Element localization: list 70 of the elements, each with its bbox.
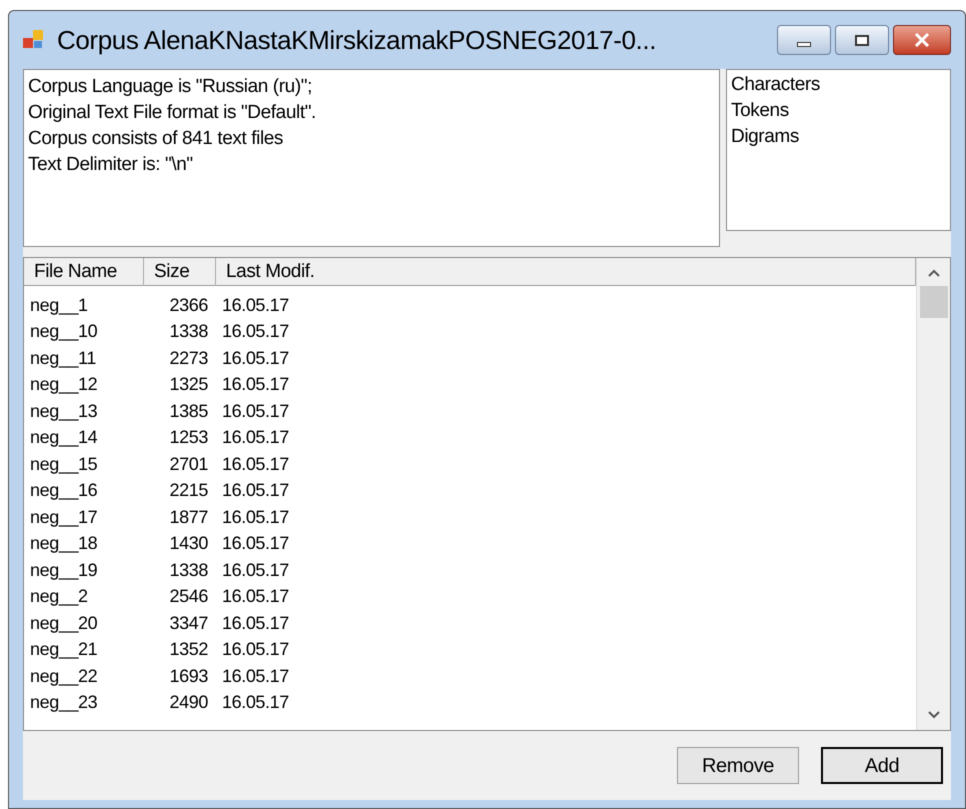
restore-icon — [855, 34, 869, 46]
table-cell: neg__2 — [30, 586, 88, 606]
table-cell: 16.05.17 — [222, 692, 289, 712]
scroll-thumb[interactable] — [920, 286, 948, 318]
table-cell: 16.05.17 — [222, 586, 289, 606]
table-cell: neg__11 — [30, 348, 96, 368]
table-cell: 16.05.17 — [222, 374, 289, 394]
table-cell: 16.05.17 — [222, 400, 289, 421]
info-line: Corpus consists of 841 text files — [28, 127, 284, 151]
close-icon — [914, 33, 930, 47]
column-header[interactable]: File Name — [24, 258, 144, 286]
table-cell: 16.05.17 — [222, 612, 289, 633]
table-cell: neg__21 — [30, 639, 98, 660]
column-header[interactable]: Size — [144, 258, 216, 286]
table-cell: 1877 — [170, 506, 208, 527]
table-cell: neg__14 — [30, 427, 98, 448]
table-cell: 2701 — [170, 454, 208, 474]
close-button[interactable] — [893, 25, 951, 55]
table-cell: 16.05.17 — [222, 294, 289, 315]
table-cell: 16.05.17 — [222, 533, 289, 554]
list-item[interactable]: Tokens — [731, 98, 789, 124]
table-cell: 16.05.17 — [222, 321, 289, 342]
table-cell: 2366 — [170, 294, 208, 315]
table-cell: neg__10 — [30, 321, 98, 342]
table-cell: 1693 — [170, 666, 208, 686]
table-cell: 2490 — [170, 692, 208, 712]
table-cell: neg__22 — [30, 666, 98, 686]
table-cell: 1385 — [170, 400, 208, 421]
table-cell: neg__12 — [30, 374, 98, 394]
minimize-icon — [797, 42, 811, 46]
table-cell: 16.05.17 — [222, 480, 289, 500]
table-cell: 2273 — [170, 348, 208, 368]
table-cell: neg__15 — [30, 454, 98, 474]
table-cell: 16.05.17 — [222, 666, 289, 686]
table-cell: 16.05.17 — [222, 348, 289, 368]
table-cell: neg__1 — [30, 294, 88, 315]
scroll-up-icon[interactable] — [926, 268, 940, 278]
table-cell: 2546 — [170, 586, 208, 606]
maximize-button[interactable] — [835, 25, 889, 55]
info-line: Corpus Language is "Russian (ru)"; — [28, 75, 312, 99]
table-cell: neg__16 — [30, 480, 98, 500]
table-cell: 1338 — [170, 560, 208, 580]
list-item[interactable]: Digrams — [731, 124, 799, 150]
table-cell: neg__23 — [30, 692, 98, 712]
table-cell: 1253 — [170, 427, 208, 448]
table-cell: 1352 — [170, 639, 208, 660]
table-cell: 16.05.17 — [222, 454, 289, 474]
minimize-button[interactable] — [777, 25, 831, 55]
table-cell: neg__20 — [30, 612, 98, 633]
window-title: Corpus AlenaKNastaKMirskizamakPOSNEG2017-0... — [57, 24, 658, 56]
table-cell: 16.05.17 — [222, 639, 289, 660]
table-cell: 16.05.17 — [222, 427, 289, 448]
table-cell: 16.05.17 — [222, 506, 289, 527]
action-button[interactable]: Remove — [677, 747, 799, 784]
table-cell: 1430 — [170, 533, 208, 554]
app-icon — [23, 30, 45, 50]
list-item[interactable]: Characters — [731, 72, 820, 98]
table-cell: 2215 — [170, 480, 208, 500]
table-cell: 16.05.17 — [222, 560, 289, 580]
info-line: Original Text File format is "Default". — [28, 101, 316, 125]
info-line: Text Delimiter is: "\n" — [28, 153, 193, 177]
table-cell: neg__17 — [30, 506, 98, 527]
table-cell: neg__19 — [30, 560, 98, 580]
table-cell: 3347 — [170, 612, 208, 633]
default-button[interactable]: Add — [821, 747, 943, 784]
table-cell: neg__13 — [30, 400, 98, 421]
scroll-down-icon[interactable] — [926, 710, 940, 720]
table-cell: neg__18 — [30, 533, 98, 554]
table-cell: 1325 — [170, 374, 208, 394]
table-cell: 1338 — [170, 321, 208, 342]
